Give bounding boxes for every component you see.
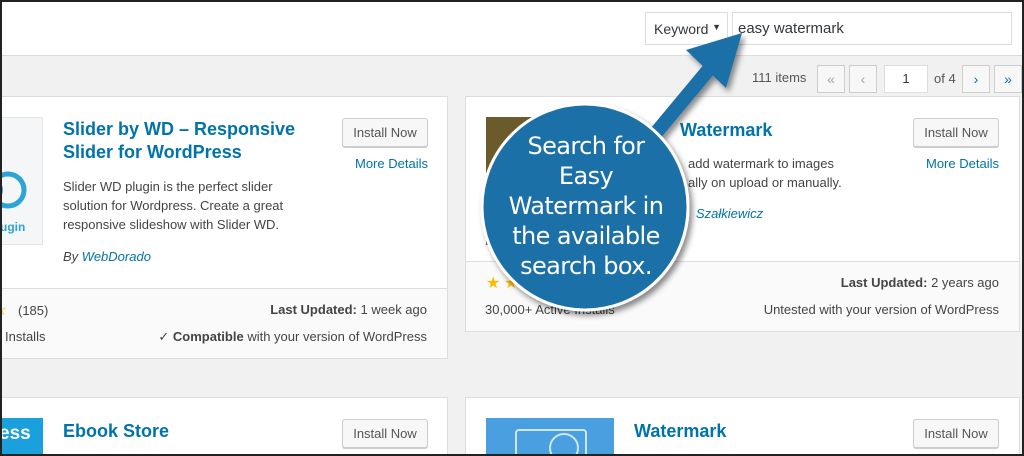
callout-line: search box.: [520, 252, 652, 280]
callout-text: Search for Easy Watermark in the availab…: [500, 131, 672, 281]
callout-line: Watermark in: [508, 192, 664, 220]
callout-line: the available: [512, 222, 660, 250]
callout-line: Search for: [527, 132, 645, 160]
callout-line: Easy: [558, 162, 614, 190]
